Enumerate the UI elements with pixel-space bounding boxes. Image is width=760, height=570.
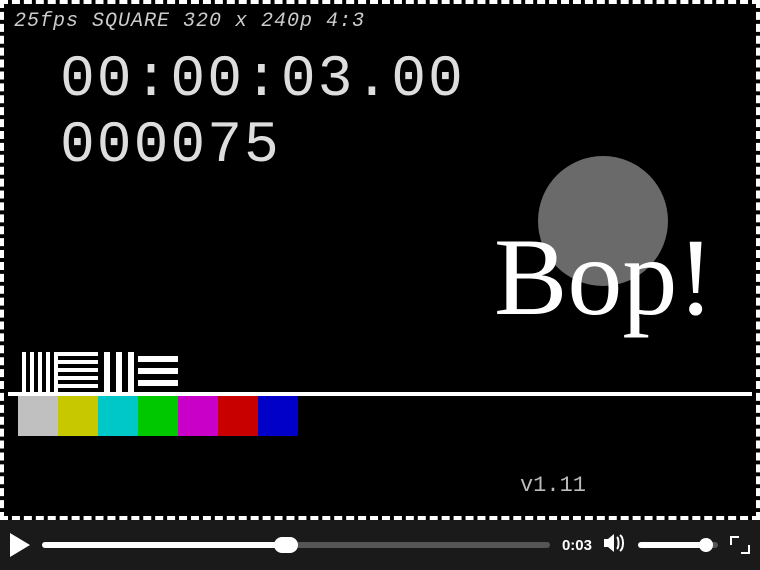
volume-fill bbox=[638, 542, 706, 548]
seek-bar[interactable] bbox=[42, 542, 550, 548]
bw-test-patterns bbox=[18, 352, 178, 392]
seek-fill bbox=[42, 542, 286, 548]
play-button[interactable] bbox=[10, 533, 30, 557]
bw-pattern bbox=[98, 352, 138, 392]
color-bars bbox=[18, 396, 298, 436]
color-bar bbox=[218, 396, 258, 436]
color-bar bbox=[98, 396, 138, 436]
current-time: 0:03 bbox=[562, 537, 592, 554]
bop-text: Bop! bbox=[494, 214, 714, 341]
video-controls: 0:03 bbox=[0, 520, 760, 570]
color-bar bbox=[258, 396, 298, 436]
bw-pattern bbox=[18, 352, 58, 392]
bw-pattern bbox=[58, 352, 98, 392]
version-text: v1.11 bbox=[520, 473, 586, 498]
timecode-display: 00:00:03.00 bbox=[60, 48, 465, 113]
seek-thumb[interactable] bbox=[274, 537, 298, 553]
fullscreen-button[interactable] bbox=[730, 536, 750, 554]
volume-icon[interactable] bbox=[604, 533, 626, 558]
color-bar bbox=[58, 396, 98, 436]
video-content[interactable]: 25fps SQUARE 320 x 240p 4:3 00:00:03.00 … bbox=[0, 0, 760, 520]
volume-bar[interactable] bbox=[638, 542, 718, 548]
color-bar bbox=[138, 396, 178, 436]
video-player: 25fps SQUARE 320 x 240p 4:3 00:00:03.00 … bbox=[0, 0, 760, 570]
bw-pattern bbox=[138, 352, 178, 392]
color-bar bbox=[18, 396, 58, 436]
video-spec-text: 25fps SQUARE 320 x 240p 4:3 bbox=[14, 10, 365, 33]
framecount-display: 000075 bbox=[60, 114, 281, 179]
color-bar bbox=[178, 396, 218, 436]
volume-thumb[interactable] bbox=[699, 538, 713, 552]
